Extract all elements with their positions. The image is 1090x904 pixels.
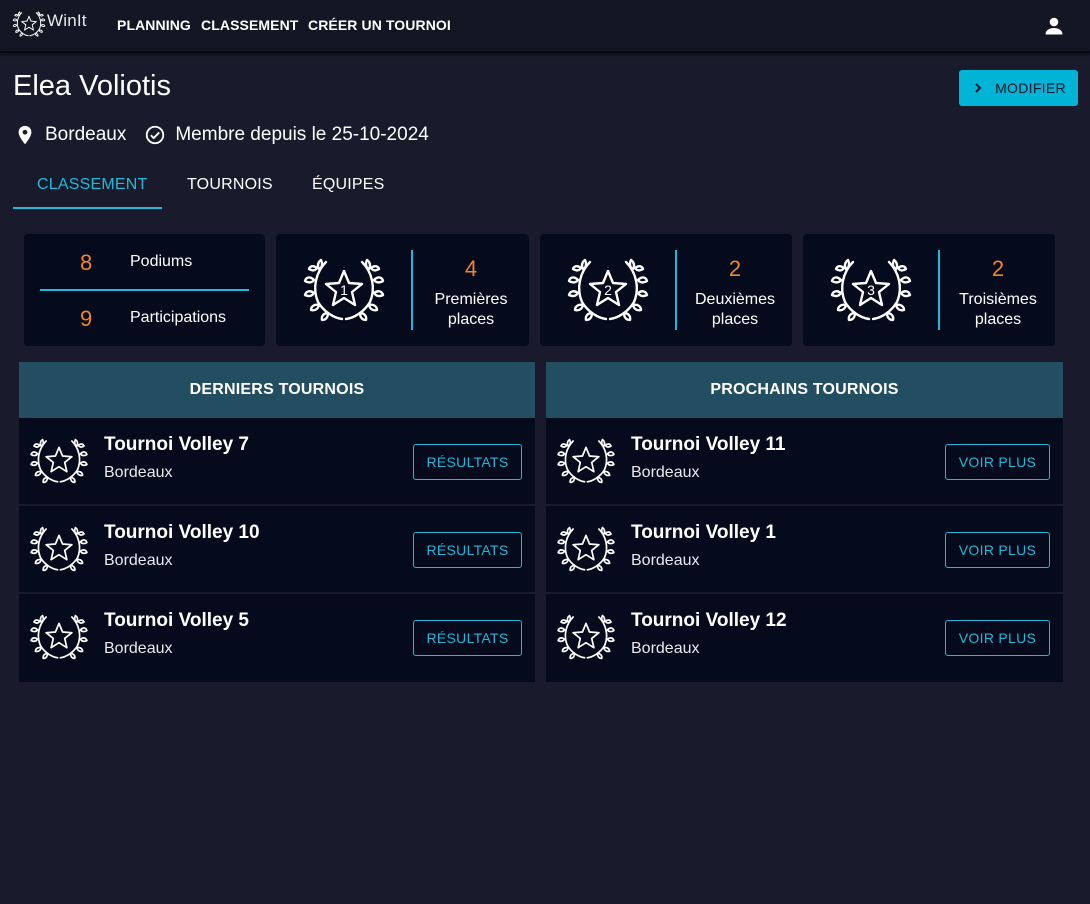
rank-number: 2 — [604, 282, 612, 298]
list-item: Tournoi Volley 11 Bordeaux VOIR PLUS — [546, 418, 1063, 504]
laurel-star-icon — [29, 524, 89, 574]
tournament-name: Tournoi Volley 5 — [104, 610, 249, 631]
tournament-city: Bordeaux — [104, 464, 173, 481]
results-button[interactable]: RÉSULTATS — [413, 444, 522, 480]
first-places-card: 1 4 Premières places — [276, 234, 529, 346]
label-line: places — [447, 311, 495, 328]
label-line: places — [711, 311, 759, 328]
tab-classement[interactable]: CLASSEMENT — [37, 176, 147, 194]
participations-value: 9 — [80, 306, 93, 331]
third-places-label: Troisièmes places — [940, 290, 1056, 330]
divider — [40, 289, 249, 291]
label-line: Deuxièmes — [694, 291, 776, 308]
profile-city: Bordeaux — [45, 124, 127, 145]
tournament-city: Bordeaux — [631, 552, 700, 569]
list-item: Tournoi Volley 7 Bordeaux RÉSULTATS — [19, 418, 535, 504]
laurel-star-icon — [29, 436, 89, 486]
nav-create-tournament[interactable]: CRÉER UN TOURNOI — [308, 17, 451, 33]
participations-label: Participations — [130, 309, 227, 326]
account-icon[interactable] — [1042, 14, 1066, 38]
laurel-star-logo-icon — [12, 8, 46, 40]
tournament-name: Tournoi Volley 10 — [104, 522, 260, 543]
third-places-value: 2 — [991, 256, 1005, 281]
list-item: Tournoi Volley 5 Bordeaux RÉSULTATS — [19, 594, 535, 682]
see-more-button[interactable]: VOIR PLUS — [945, 532, 1050, 568]
active-tab-indicator — [13, 207, 162, 209]
tournament-name: Tournoi Volley 12 — [631, 610, 787, 631]
laurel-star-icon — [556, 612, 616, 662]
first-places-value: 4 — [464, 256, 478, 281]
results-button[interactable]: RÉSULTATS — [413, 620, 522, 656]
tournament-city: Bordeaux — [104, 640, 173, 657]
modify-profile-button[interactable]: MODIFIER — [959, 70, 1078, 106]
location-pin-icon — [18, 125, 32, 145]
second-places-card: 2 2 Deuxièmes places — [540, 234, 792, 346]
see-more-button[interactable]: VOIR PLUS — [945, 444, 1050, 480]
rank-number: 3 — [867, 282, 875, 298]
results-button[interactable]: RÉSULTATS — [413, 532, 522, 568]
check-circle-icon — [146, 125, 165, 145]
tab-tournois[interactable]: TOURNOIS — [187, 176, 273, 194]
list-item: Tournoi Volley 1 Bordeaux VOIR PLUS — [546, 506, 1063, 592]
tournament-name: Tournoi Volley 7 — [104, 434, 249, 455]
tournament-city: Bordeaux — [104, 552, 173, 569]
third-place-laurel-icon: 3 — [829, 256, 913, 324]
nav-planning[interactable]: PLANNING — [117, 17, 191, 33]
second-places-label: Deuxièmes places — [677, 290, 793, 330]
last-tournaments-header: DERNIERS TOURNOIS — [19, 362, 535, 418]
label-line: places — [974, 311, 1022, 328]
tab-equipes[interactable]: ÉQUIPES — [312, 176, 385, 194]
modify-profile-label: MODIFIER — [995, 80, 1066, 96]
tournament-name: Tournoi Volley 1 — [631, 522, 776, 543]
second-place-laurel-icon: 2 — [566, 256, 650, 324]
first-place-laurel-icon: 1 — [302, 256, 386, 324]
profile-meta: Bordeaux Membre depuis le 25-10-2024 — [14, 122, 429, 148]
laurel-star-icon — [556, 524, 616, 574]
profile-name: Elea Voliotis — [13, 70, 171, 102]
label-line: Troisièmes — [959, 291, 1037, 308]
rank-number: 1 — [340, 282, 348, 298]
third-places-card: 3 2 Troisièmes places — [803, 234, 1055, 346]
nav-classement[interactable]: CLASSEMENT — [201, 17, 298, 33]
laurel-star-icon — [556, 436, 616, 486]
podium-summary-card: 8 Podiums 9 Participations — [24, 234, 265, 346]
chevron-right-icon — [975, 83, 982, 93]
podiums-label: Podiums — [130, 253, 193, 270]
podiums-value: 8 — [80, 250, 93, 275]
list-item: Tournoi Volley 12 Bordeaux VOIR PLUS — [546, 594, 1063, 682]
first-places-label: Premières places — [413, 290, 529, 330]
label-line: Premières — [434, 291, 508, 308]
tournament-city: Bordeaux — [631, 464, 700, 481]
member-since: Membre depuis le 25-10-2024 — [175, 124, 429, 145]
see-more-button[interactable]: VOIR PLUS — [945, 620, 1050, 656]
second-places-value: 2 — [728, 256, 742, 281]
tournament-name: Tournoi Volley 11 — [631, 434, 786, 455]
list-item: Tournoi Volley 10 Bordeaux RÉSULTATS — [19, 506, 535, 592]
laurel-star-icon — [29, 612, 89, 662]
top-app-bar: WinIt PLANNING CLASSEMENT CRÉER UN TOURN… — [0, 0, 1090, 53]
app-logo[interactable]: WinIt — [12, 8, 87, 40]
app-logo-text: WinIt — [47, 10, 87, 30]
tournament-city: Bordeaux — [631, 640, 700, 657]
next-tournaments-header: PROCHAINS TOURNOIS — [546, 362, 1063, 418]
